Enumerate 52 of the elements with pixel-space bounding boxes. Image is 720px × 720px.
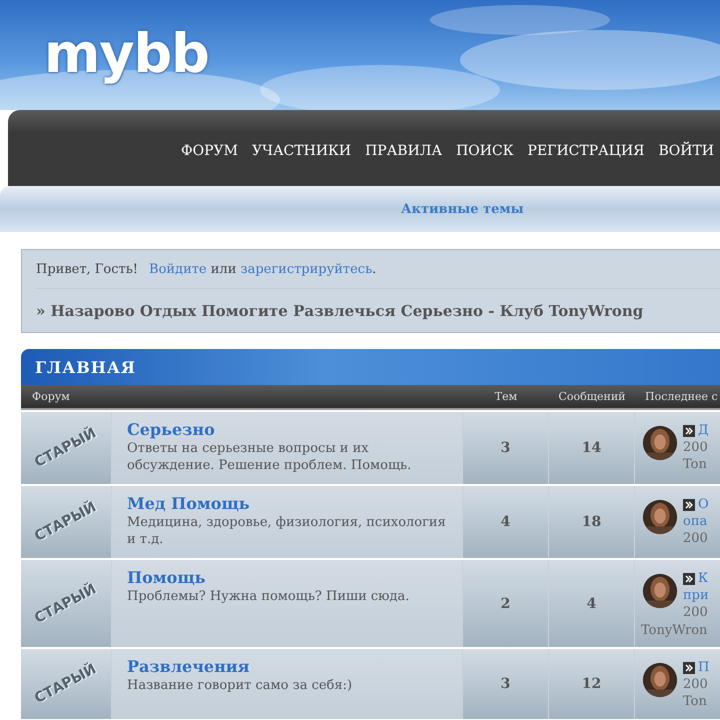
active-topics-link[interactable]: Активные темы xyxy=(401,202,524,216)
author-link[interactable]: TonyWron xyxy=(641,622,720,639)
forum-link[interactable]: Серьезно xyxy=(127,420,447,439)
forum-description: Медицина, здоровье, физиология, психология и т.д. xyxy=(127,514,447,548)
or-text: или xyxy=(210,262,236,276)
thread-link[interactable]: К xyxy=(698,570,708,587)
post-date: 200 xyxy=(683,530,709,547)
forum-description: Ответы на серьезные вопросы и их обсуждение. Решение проблем. Помощь. xyxy=(127,440,412,474)
nav-link[interactable]: УЧАСТНИКИ xyxy=(252,143,352,159)
post-count: 4 xyxy=(586,596,596,612)
topic-count: 3 xyxy=(500,676,510,692)
topic-count: 2 xyxy=(500,596,510,612)
thread-link[interactable]: при xyxy=(683,587,709,604)
column-header: Тем xyxy=(494,390,518,403)
go-to-post-icon[interactable] xyxy=(683,662,695,674)
nav-link[interactable]: ФОРУМ xyxy=(181,143,238,159)
register-link[interactable]: зарегистрируйтесь xyxy=(240,262,372,276)
go-to-post-icon[interactable] xyxy=(683,498,695,510)
nav-link[interactable]: ВОЙТИ xyxy=(658,143,714,159)
forum-description: Название говорит само за себя:) xyxy=(127,677,354,694)
go-to-post-icon[interactable] xyxy=(683,572,695,584)
go-to-post-icon[interactable] xyxy=(683,424,695,436)
thread-link[interactable]: П xyxy=(698,659,710,676)
author-link[interactable]: Ton xyxy=(683,693,710,710)
nav-link[interactable]: ПРАВИЛА xyxy=(365,143,442,159)
post-count: 12 xyxy=(582,676,602,692)
post-date: 200 xyxy=(683,676,709,693)
post-date: 200 xyxy=(683,604,709,621)
category-title: ГЛАВНАЯ xyxy=(35,358,136,376)
post-count: 14 xyxy=(582,440,602,456)
thread-link[interactable]: Д xyxy=(698,422,709,439)
logo[interactable]: mybb xyxy=(44,22,209,85)
topic-count: 3 xyxy=(500,440,510,456)
nav-link[interactable]: РЕГИСТРАЦИЯ xyxy=(528,143,644,159)
thread-link[interactable]: О xyxy=(698,496,709,513)
post-count: 18 xyxy=(582,514,602,530)
forum-link[interactable]: Помощь xyxy=(127,568,447,587)
topic-count: 4 xyxy=(500,514,510,530)
greeting: Привет, Гость! xyxy=(36,262,138,276)
post-date: 200 xyxy=(683,439,709,456)
login-link[interactable]: Войдите xyxy=(149,262,207,276)
nav-link[interactable]: ПОИСК xyxy=(456,143,514,159)
column-header: Последнее с xyxy=(644,390,718,403)
period-text: . xyxy=(372,262,376,276)
breadcrumb: » Назарово Отдых Помогите Развлечься Серьезно - Клуб TonyWrong xyxy=(36,300,644,322)
column-header: Сообщений xyxy=(557,390,626,403)
forum-description: Проблемы? Нужна помощь? Пиши сюда. xyxy=(127,588,410,605)
forum-link[interactable]: Мед Помощь xyxy=(127,494,447,513)
thread-link[interactable]: опа xyxy=(683,513,708,530)
column-header: Форум xyxy=(31,390,71,403)
author-link[interactable]: Ton xyxy=(683,456,709,473)
forum-link[interactable]: Развлечения xyxy=(127,657,447,676)
